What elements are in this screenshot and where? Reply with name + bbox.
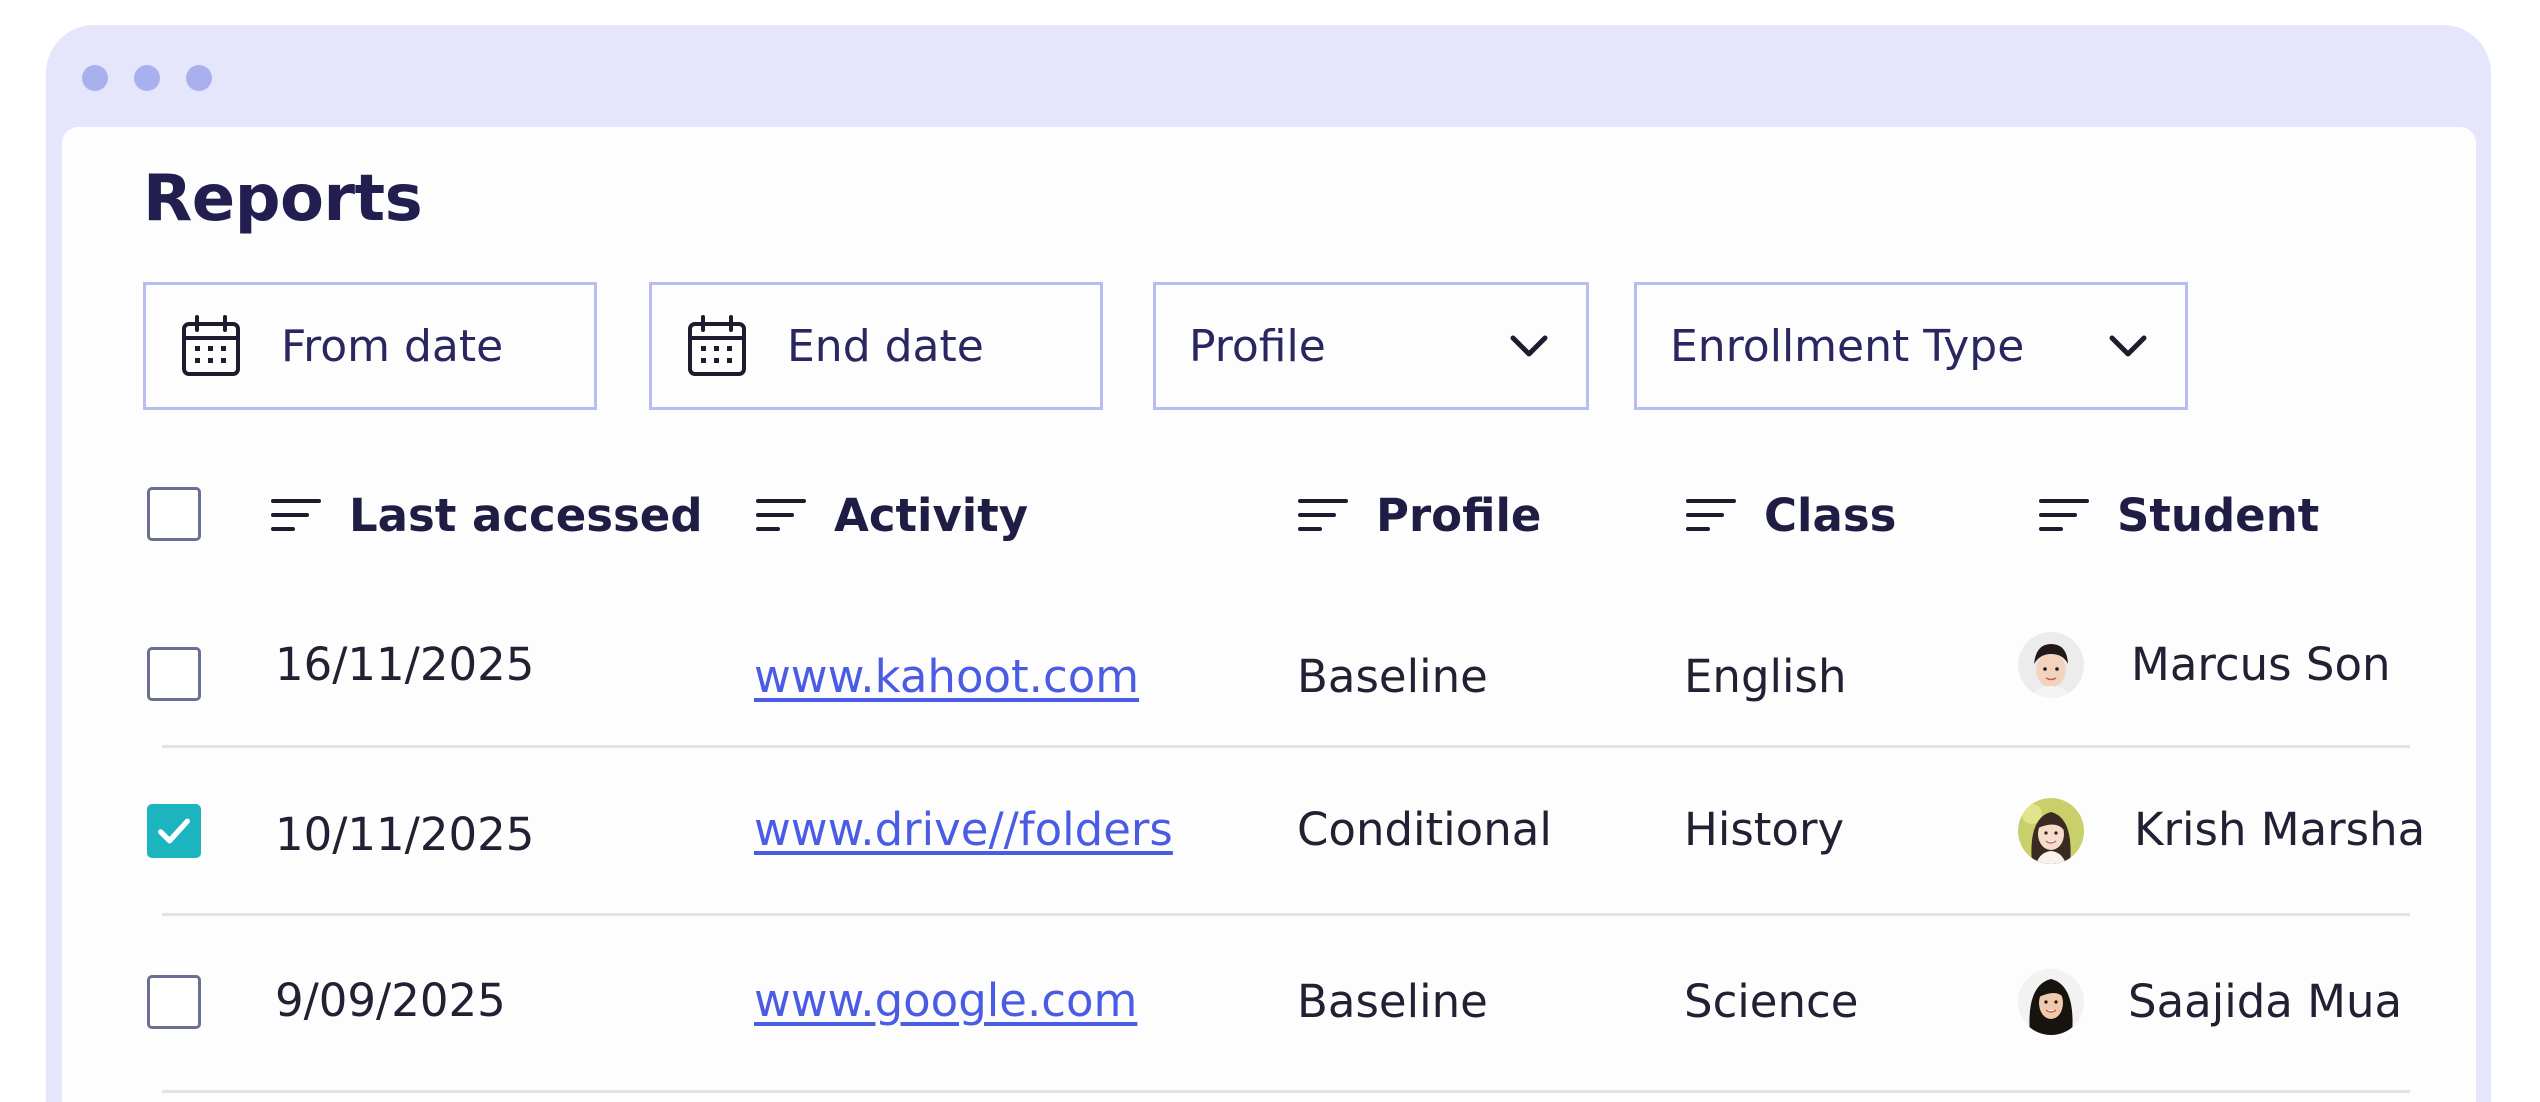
end-date-filter[interactable]: End date (649, 282, 1103, 410)
row-divider (162, 745, 2410, 748)
column-header-profile[interactable]: Profile (1298, 487, 1541, 543)
column-header-class[interactable]: Class (1686, 487, 1896, 543)
activity-link[interactable]: www.drive//folders (754, 802, 1173, 858)
profile-dropdown-label: Profile (1189, 320, 1326, 372)
row-checkbox[interactable] (147, 647, 201, 701)
column-header-activity[interactable]: Activity (756, 487, 1028, 543)
calendar-icon (688, 315, 746, 376)
window-dot-maximize[interactable] (186, 65, 212, 91)
column-label: Last accessed (349, 488, 703, 542)
class-cell: History (1684, 803, 1845, 856)
reports-panel: Reports From date End date Profile Enrol… (62, 127, 2476, 1102)
chevron-down-icon (2109, 335, 2147, 357)
column-header-student[interactable]: Student (2039, 487, 2319, 543)
activity-link[interactable]: www.kahoot.com (754, 649, 1139, 705)
page-title: Reports (143, 162, 423, 236)
row-checkbox[interactable] (147, 975, 201, 1029)
sort-icon (271, 499, 321, 531)
row-checkbox[interactable] (147, 804, 201, 858)
sort-icon (756, 499, 806, 531)
column-label: Class (1764, 488, 1897, 542)
avatar (2018, 798, 2084, 864)
from-date-label: From date (281, 320, 504, 372)
column-header-last-accessed[interactable]: Last accessed (271, 487, 703, 543)
sort-icon (1686, 499, 1736, 531)
student-name: Saajida Mua (2128, 975, 2403, 1028)
checkmark-icon (158, 818, 190, 844)
end-date-label: End date (787, 320, 984, 372)
profile-dropdown[interactable]: Profile (1153, 282, 1589, 410)
from-date-filter[interactable]: From date (143, 282, 597, 410)
class-cell: Science (1684, 975, 1859, 1028)
last-accessed-cell: 9/09/2025 (275, 974, 506, 1027)
avatar (2018, 632, 2084, 698)
window-dot-close[interactable] (82, 65, 108, 91)
profile-cell: Baseline (1297, 975, 1488, 1028)
calendar-icon (182, 315, 240, 376)
student-name: Krish Marsha (2134, 803, 2426, 856)
profile-cell: Baseline (1297, 650, 1488, 703)
enrollment-type-dropdown[interactable]: Enrollment Type (1634, 282, 2188, 410)
sort-icon (1298, 499, 1348, 531)
window-controls (82, 65, 212, 91)
sort-icon (2039, 499, 2089, 531)
enrollment-type-label: Enrollment Type (1670, 320, 2025, 372)
column-label: Student (2117, 488, 2320, 542)
column-label: Profile (1376, 488, 1542, 542)
last-accessed-cell: 10/11/2025 (275, 808, 535, 861)
window-dot-minimize[interactable] (134, 65, 160, 91)
last-accessed-cell: 16/11/2025 (275, 638, 535, 691)
app-window: Reports From date End date Profile Enrol… (46, 25, 2491, 1102)
chevron-down-icon (1510, 335, 1548, 357)
row-divider (162, 1090, 2410, 1093)
activity-link[interactable]: www.google.com (754, 973, 1137, 1029)
avatar (2018, 969, 2084, 1035)
profile-cell: Conditional (1297, 803, 1552, 856)
class-cell: English (1684, 650, 1847, 703)
column-label: Activity (834, 488, 1029, 542)
select-all-checkbox[interactable] (147, 487, 201, 541)
row-divider (162, 913, 2410, 916)
student-name: Marcus Son (2131, 638, 2391, 691)
